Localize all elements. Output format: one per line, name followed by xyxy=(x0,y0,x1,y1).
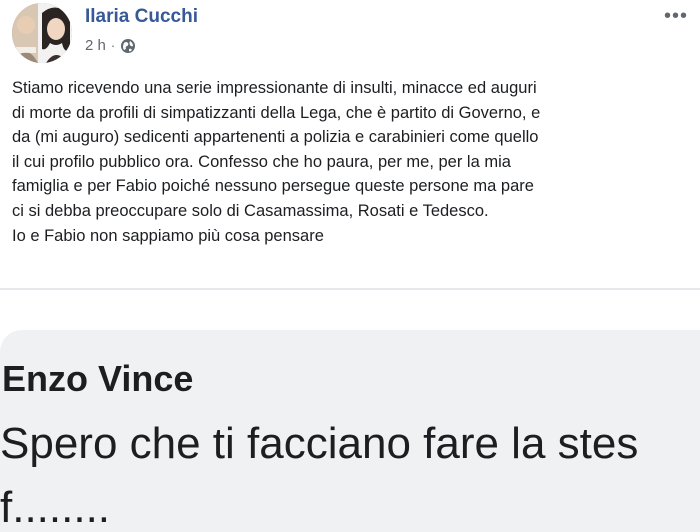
author-name-link[interactable]: Ilaria Cucchi xyxy=(85,6,198,28)
post-text-line: il cui profilo pubblico ora. Confesso ch… xyxy=(12,152,511,171)
meta-separator: · xyxy=(110,38,116,53)
post-text-line: famiglia e per Fabio poiché nessuno pers… xyxy=(12,177,534,196)
divider xyxy=(0,288,700,290)
author-avatar[interactable] xyxy=(12,3,72,63)
comment-bubble: Enzo Vince Spero che ti facciano fare la… xyxy=(0,330,700,532)
post-meta: 2 h · xyxy=(85,37,136,54)
comment-text: Spero che ti facciano fare la stes f....… xyxy=(0,412,638,532)
more-options-icon[interactable]: ••• xyxy=(664,6,688,26)
comment-text-line: f........ xyxy=(0,483,111,532)
post-card: Ilaria Cucchi 2 h · ••• Stiamo ricevendo… xyxy=(0,0,700,290)
post-text-line: Stiamo ricevendo una serie impressionant… xyxy=(12,79,537,97)
post-timestamp[interactable]: 2 h xyxy=(85,37,106,54)
comment-author-name[interactable]: Enzo Vince xyxy=(2,358,193,400)
post-text-line: di morte da profili di simpatizzanti del… xyxy=(12,103,541,122)
post-body: Stiamo ricevendo una serie impressionant… xyxy=(12,76,684,248)
avatar-image xyxy=(12,3,72,63)
comment-text-line: Spero che ti facciano fare la stes xyxy=(0,419,639,468)
globe-icon[interactable] xyxy=(120,38,136,54)
post-text-line: da (mi auguro) sedicenti appartenenti a … xyxy=(12,128,539,147)
post-text-line: Io e Fabio non sappiamo più cosa pensare xyxy=(12,226,324,245)
post-text-line: ci si debba preoccupare solo di Casamass… xyxy=(12,201,489,220)
